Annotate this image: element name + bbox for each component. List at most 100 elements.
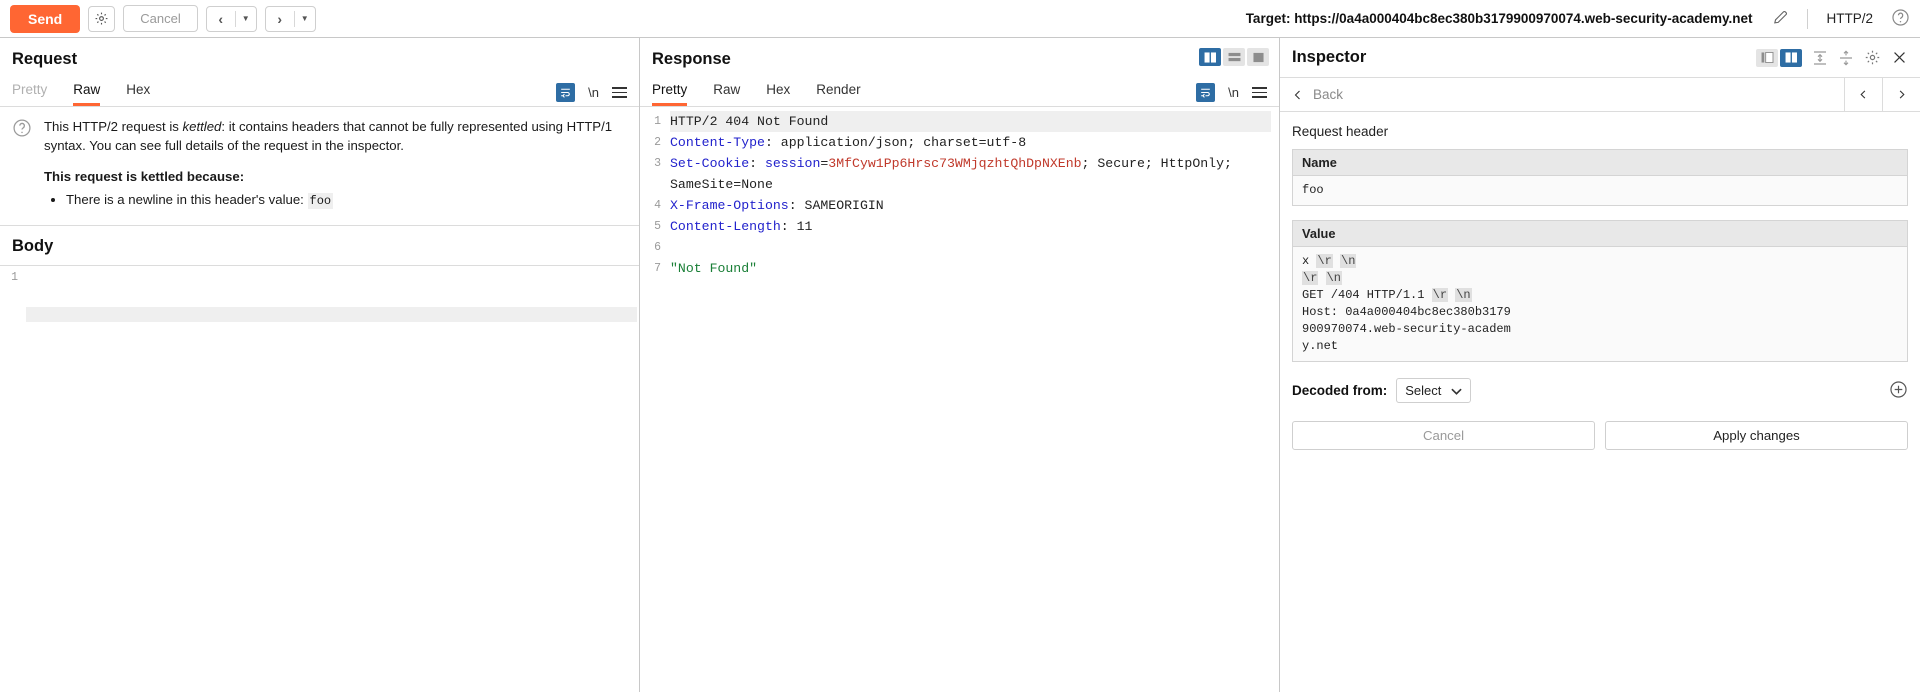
inspector-header: Inspector xyxy=(1280,38,1920,78)
inspector-pane: Inspector xyxy=(1280,38,1920,692)
apply-changes-button[interactable]: Apply changes xyxy=(1605,421,1908,450)
newline-icon[interactable]: \n xyxy=(588,85,599,100)
response-tab-actions: \n xyxy=(1196,83,1267,106)
cancel-button[interactable]: Cancel xyxy=(1292,421,1595,450)
response-editor[interactable]: 1234567 HTTP/2 404 Not FoundContent-Type… xyxy=(640,107,1279,692)
value-line: \r \n xyxy=(1302,270,1898,287)
split-view-icon[interactable] xyxy=(1199,48,1221,66)
expand-all-icon[interactable] xyxy=(1812,50,1828,66)
value-token: x xyxy=(1302,254,1316,268)
code-segment: : application/json; charset=utf-8 xyxy=(765,135,1026,150)
value-token xyxy=(1318,271,1325,285)
value-token xyxy=(1333,254,1340,268)
value-line: Host: 0a4a000404bc8ec380b3179 xyxy=(1302,304,1898,321)
request-title: Request xyxy=(0,38,639,77)
value-token: 900970074.web-security-academ xyxy=(1302,322,1511,336)
line-number: 4 xyxy=(640,195,661,216)
line-number: 2 xyxy=(640,132,661,153)
newline-icon[interactable]: \n xyxy=(1228,85,1239,100)
tab-response-render[interactable]: Render xyxy=(816,82,860,106)
request-body-code[interactable] xyxy=(22,266,639,692)
value-line: GET /404 HTTP/1.1 \r \n xyxy=(1302,287,1898,304)
inspector-section-label: Request header xyxy=(1280,112,1920,145)
response-title: Response xyxy=(652,48,731,77)
escape-token: \r xyxy=(1302,271,1318,285)
tab-request-pretty[interactable]: Pretty xyxy=(12,82,47,106)
request-tabs: Pretty Raw Hex \n xyxy=(0,77,639,107)
line-number: 3 xyxy=(640,153,661,195)
pencil-icon[interactable] xyxy=(1772,9,1789,29)
response-line xyxy=(670,237,1271,258)
next-item-button[interactable] xyxy=(1882,78,1920,112)
gear-icon[interactable] xyxy=(1864,49,1881,66)
decoded-from-value: Select xyxy=(1405,383,1441,398)
response-line: Set-Cookie: session=3MfCyw1Pp6Hrsc73WMjq… xyxy=(670,153,1271,195)
decoded-from-select[interactable]: Select xyxy=(1396,378,1471,403)
line-number: 6 xyxy=(640,237,661,258)
chevron-down-icon[interactable]: ▼ xyxy=(236,7,256,31)
http-version-label: HTTP/2 xyxy=(1826,11,1873,26)
layout-left-icon[interactable] xyxy=(1756,49,1778,67)
list-item: There is a newline in this header's valu… xyxy=(66,190,627,211)
response-code[interactable]: HTTP/2 404 Not Found Content-Type: applic… xyxy=(666,107,1279,692)
request-body-line xyxy=(26,307,637,322)
gear-icon[interactable] xyxy=(88,6,115,32)
word-wrap-icon[interactable] xyxy=(556,83,575,102)
code-segment: Set-Cookie xyxy=(670,156,749,171)
notice-text-a: This HTTP/2 request is xyxy=(44,119,183,134)
value-token: GET /404 HTTP/1.1 xyxy=(1302,288,1432,302)
tab-response-pretty[interactable]: Pretty xyxy=(652,82,687,106)
response-line: Content-Type: application/json; charset=… xyxy=(670,132,1271,153)
code-segment: X-Frame-Options xyxy=(670,198,789,213)
chevron-down-icon[interactable]: ▼ xyxy=(295,7,315,31)
tab-request-raw[interactable]: Raw xyxy=(73,82,100,106)
value-token: y.net xyxy=(1302,339,1338,353)
question-circle-icon xyxy=(12,117,34,211)
menu-icon[interactable] xyxy=(1252,87,1267,98)
back-button[interactable]: Back xyxy=(1280,87,1355,102)
reason-header-name: foo xyxy=(308,193,334,209)
word-wrap-icon[interactable] xyxy=(1196,83,1215,102)
close-icon[interactable] xyxy=(1891,49,1908,66)
back-history-button[interactable]: ‹ ▼ xyxy=(206,6,257,32)
response-line: Content-Length: 11 xyxy=(670,216,1271,237)
prev-item-button[interactable] xyxy=(1844,78,1882,112)
tab-response-hex[interactable]: Hex xyxy=(766,82,790,106)
tab-request-hex[interactable]: Hex xyxy=(126,82,150,106)
value-field[interactable]: x \r \n \r \nGET /404 HTTP/1.1 \r \nHost… xyxy=(1293,247,1907,361)
tab-response-raw[interactable]: Raw xyxy=(713,82,740,106)
menu-icon[interactable] xyxy=(612,87,627,98)
main-panes: Request Pretty Raw Hex \n xyxy=(0,38,1920,692)
request-body-editor[interactable]: 1 xyxy=(0,265,639,692)
reason-text: There is a newline in this header's valu… xyxy=(66,192,308,207)
single-view-icon[interactable] xyxy=(1247,48,1269,66)
inspector-header-actions xyxy=(1756,49,1908,67)
forward-history-button[interactable]: › ▼ xyxy=(265,6,316,32)
escape-token: \n xyxy=(1340,254,1356,268)
line-number: 1 xyxy=(0,269,18,287)
response-line: HTTP/2 404 Not Found xyxy=(670,111,1271,132)
code-segment: session xyxy=(765,156,820,171)
name-field[interactable]: foo xyxy=(1293,176,1907,205)
cancel-button[interactable]: Cancel xyxy=(123,5,197,32)
collapse-all-icon[interactable] xyxy=(1838,50,1854,66)
decoded-from-row: Decoded from: Select xyxy=(1292,378,1908,403)
plus-circle-icon[interactable] xyxy=(1889,380,1908,402)
inspector-button-row: Cancel Apply changes xyxy=(1292,421,1908,450)
code-segment: : xyxy=(749,156,765,171)
kettled-reason-heading: This request is kettled because: xyxy=(44,167,627,186)
request-gutter: 1 xyxy=(0,266,22,692)
code-segment: : SAMEORIGIN xyxy=(789,198,884,213)
response-line: X-Frame-Options: SAMEORIGIN xyxy=(670,195,1271,216)
decoded-from-label: Decoded from: xyxy=(1292,383,1387,398)
stacked-view-icon[interactable] xyxy=(1223,48,1245,66)
layout-right-icon[interactable] xyxy=(1780,49,1802,67)
response-header-row: Response xyxy=(640,38,1279,77)
kettled-reason-list: There is a newline in this header's valu… xyxy=(44,190,627,211)
top-toolbar: Send Cancel ‹ ▼ › ▼ Target: https://0a4a… xyxy=(0,0,1920,38)
response-line: "Not Found" xyxy=(670,258,1271,279)
send-button[interactable]: Send xyxy=(10,5,80,33)
help-circle-icon[interactable] xyxy=(1891,8,1910,30)
response-pane: Response Pretty Raw Hex Render xyxy=(640,38,1280,692)
code-segment: HTTP/2 404 Not Found xyxy=(670,114,828,129)
